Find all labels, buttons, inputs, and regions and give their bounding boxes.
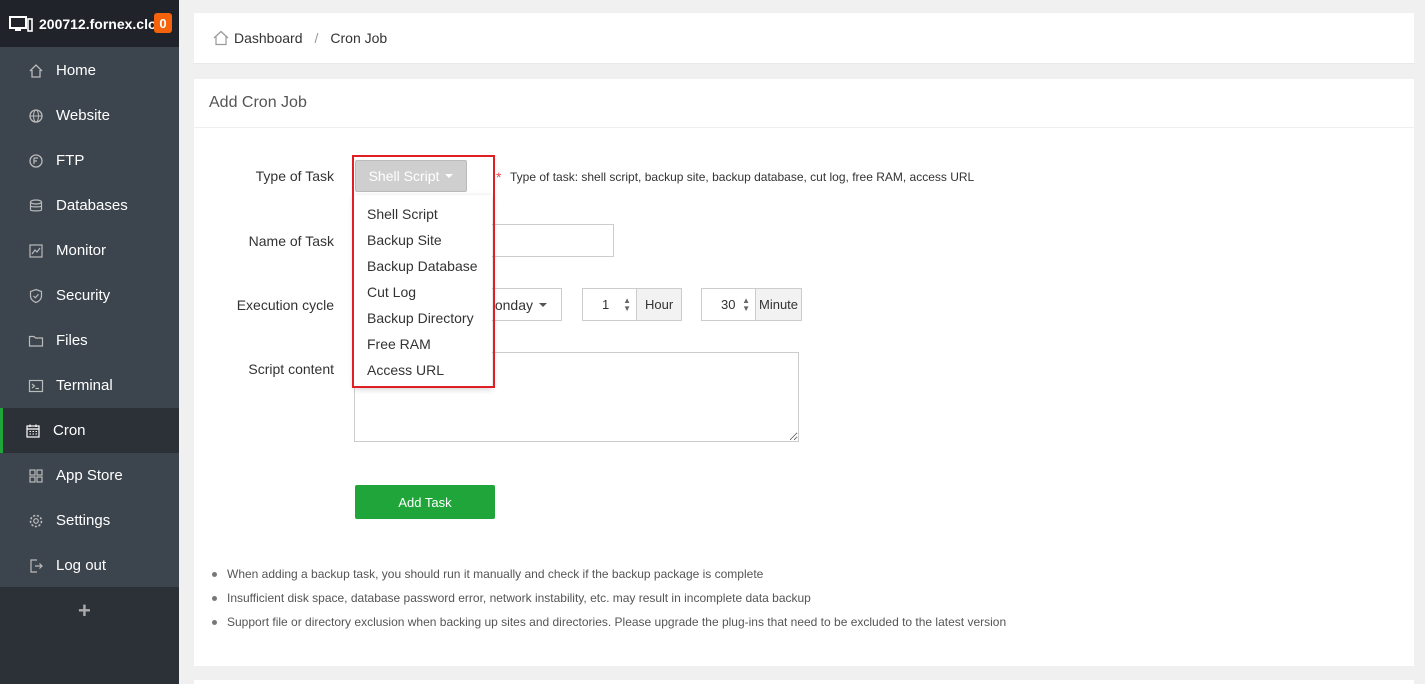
database-icon xyxy=(28,198,44,214)
minute-group: 30 ▲ ▼ Minute xyxy=(701,288,803,321)
sidebar-item-label: Security xyxy=(56,287,111,304)
dropdown-option-backup-database[interactable]: Backup Database xyxy=(354,253,492,279)
breadcrumb-current: Cron Job xyxy=(330,30,388,46)
script-content-label: Script content xyxy=(248,361,334,377)
sidebar-item-label: Website xyxy=(56,107,110,124)
notification-badge[interactable]: 0 xyxy=(154,13,172,33)
sidebar-item-label: Files xyxy=(56,332,88,349)
dropdown-option-shell-script[interactable]: Shell Script xyxy=(354,201,492,227)
hour-value: 1 xyxy=(602,297,610,312)
sidebar-item-security[interactable]: Security xyxy=(0,273,179,318)
logout-icon xyxy=(28,558,44,574)
sidebar-item-terminal[interactable]: Terminal xyxy=(0,363,179,408)
next-panel-edge xyxy=(194,680,1414,684)
type-of-task-value: Shell Script xyxy=(368,168,440,184)
sidebar-item-label: Home xyxy=(56,62,97,79)
execution-cycle-label: Execution cycle xyxy=(236,297,334,313)
note-text: When adding a backup task, you should ru… xyxy=(227,567,764,581)
dropdown-option-access-url[interactable]: Access URL xyxy=(354,357,492,383)
server-hostname[interactable]: 200712.fornex.clo xyxy=(39,16,155,32)
sidebar-item-label: Monitor xyxy=(56,242,107,259)
minute-value: 30 xyxy=(721,297,736,312)
grid-icon xyxy=(28,468,44,484)
home-icon xyxy=(28,63,44,79)
globe-icon xyxy=(28,108,44,124)
sidebar-item-home[interactable]: Home xyxy=(0,48,179,93)
sidebar-item-logout[interactable]: Log out xyxy=(0,543,179,588)
ftp-icon xyxy=(28,153,44,169)
dropdown-option-cut-log[interactable]: Cut Log xyxy=(354,279,492,305)
type-of-task-label: Type of Task xyxy=(255,168,334,184)
gear-icon xyxy=(28,513,44,529)
type-of-task-select[interactable]: Shell Script xyxy=(355,160,467,192)
dropdown-option-backup-directory[interactable]: Backup Directory xyxy=(354,305,492,331)
shield-icon xyxy=(28,288,44,304)
hour-group: 1 ▲ ▼ Hour xyxy=(582,288,683,321)
panel-title: Add Cron Job xyxy=(194,79,1414,128)
type-of-task-hint: Type of task: shell script, backup site,… xyxy=(510,170,975,184)
notes-list: When adding a backup task, you should ru… xyxy=(212,562,1006,634)
add-shortcut-button[interactable]: + xyxy=(78,598,91,624)
caret-down-icon xyxy=(445,174,454,178)
sidebar-item-label: FTP xyxy=(56,152,85,169)
hour-unit: Hour xyxy=(637,288,683,321)
breadcrumb-dashboard-link[interactable]: Dashboard xyxy=(234,30,303,46)
sidebar-item-label: App Store xyxy=(56,467,123,484)
server-monitor-icon xyxy=(9,15,33,32)
sidebar-item-settings[interactable]: Settings xyxy=(0,498,179,543)
minute-unit: Minute xyxy=(756,288,803,321)
bullet-icon xyxy=(212,571,217,577)
sidebar-item-label: Databases xyxy=(56,197,128,214)
hour-input[interactable]: 1 ▲ ▼ xyxy=(582,288,637,321)
sidebar-header: 200712.fornex.clo 0 xyxy=(0,0,179,47)
minute-input[interactable]: 30 ▲ ▼ xyxy=(701,288,756,321)
breadcrumb: Dashboard / Cron Job xyxy=(194,13,1414,64)
home-icon xyxy=(212,30,230,46)
sidebar-item-label: Terminal xyxy=(56,377,113,394)
list-item: When adding a backup task, you should ru… xyxy=(212,562,1006,586)
calendar-icon xyxy=(25,423,41,439)
required-mark: * xyxy=(496,169,502,185)
bullet-icon xyxy=(212,595,217,601)
sidebar-item-files[interactable]: Files xyxy=(0,318,179,363)
sidebar-footer: + xyxy=(0,587,179,684)
spinner-icon[interactable]: ▲ ▼ xyxy=(623,297,631,313)
sidebar-item-databases[interactable]: Databases xyxy=(0,183,179,228)
sidebar-item-monitor[interactable]: Monitor xyxy=(0,228,179,273)
breadcrumb-separator: / xyxy=(314,30,319,46)
sidebar-item-cron[interactable]: Cron xyxy=(0,408,179,453)
execution-day-value: onday xyxy=(494,296,533,313)
terminal-icon xyxy=(28,378,44,394)
sidebar-item-label: Log out xyxy=(56,557,107,574)
list-item: Insufficient disk space, database passwo… xyxy=(212,586,1006,610)
sidebar-item-app-store[interactable]: App Store xyxy=(0,453,179,498)
folder-icon xyxy=(28,333,44,349)
sidebar-item-website[interactable]: Website xyxy=(0,93,179,138)
name-of-task-label: Name of Task xyxy=(248,233,334,249)
list-item: Support file or directory exclusion when… xyxy=(212,610,1006,634)
add-task-button[interactable]: Add Task xyxy=(355,485,495,519)
caret-down-icon xyxy=(539,302,547,307)
dropdown-option-backup-site[interactable]: Backup Site xyxy=(354,227,492,253)
sidebar-item-ftp[interactable]: FTP xyxy=(0,138,179,183)
dropdown-option-free-ram[interactable]: Free RAM xyxy=(354,331,492,357)
bullet-icon xyxy=(212,619,217,625)
sidebar-item-label: Cron xyxy=(53,422,86,439)
sidebar-item-label: Settings xyxy=(56,512,111,529)
monitor-chart-icon xyxy=(28,243,44,259)
spinner-icon[interactable]: ▲ ▼ xyxy=(742,297,750,313)
sidebar-menu: Home Website FTP Databases Monitor Secur… xyxy=(0,48,179,588)
note-text: Support file or directory exclusion when… xyxy=(227,615,1007,629)
task-type-dropdown-menu: Shell Script Backup Site Backup Database… xyxy=(354,195,492,387)
sidebar: 200712.fornex.clo 0 Home Website FTP Dat… xyxy=(0,0,179,684)
note-text: Insufficient disk space, database passwo… xyxy=(227,591,811,605)
